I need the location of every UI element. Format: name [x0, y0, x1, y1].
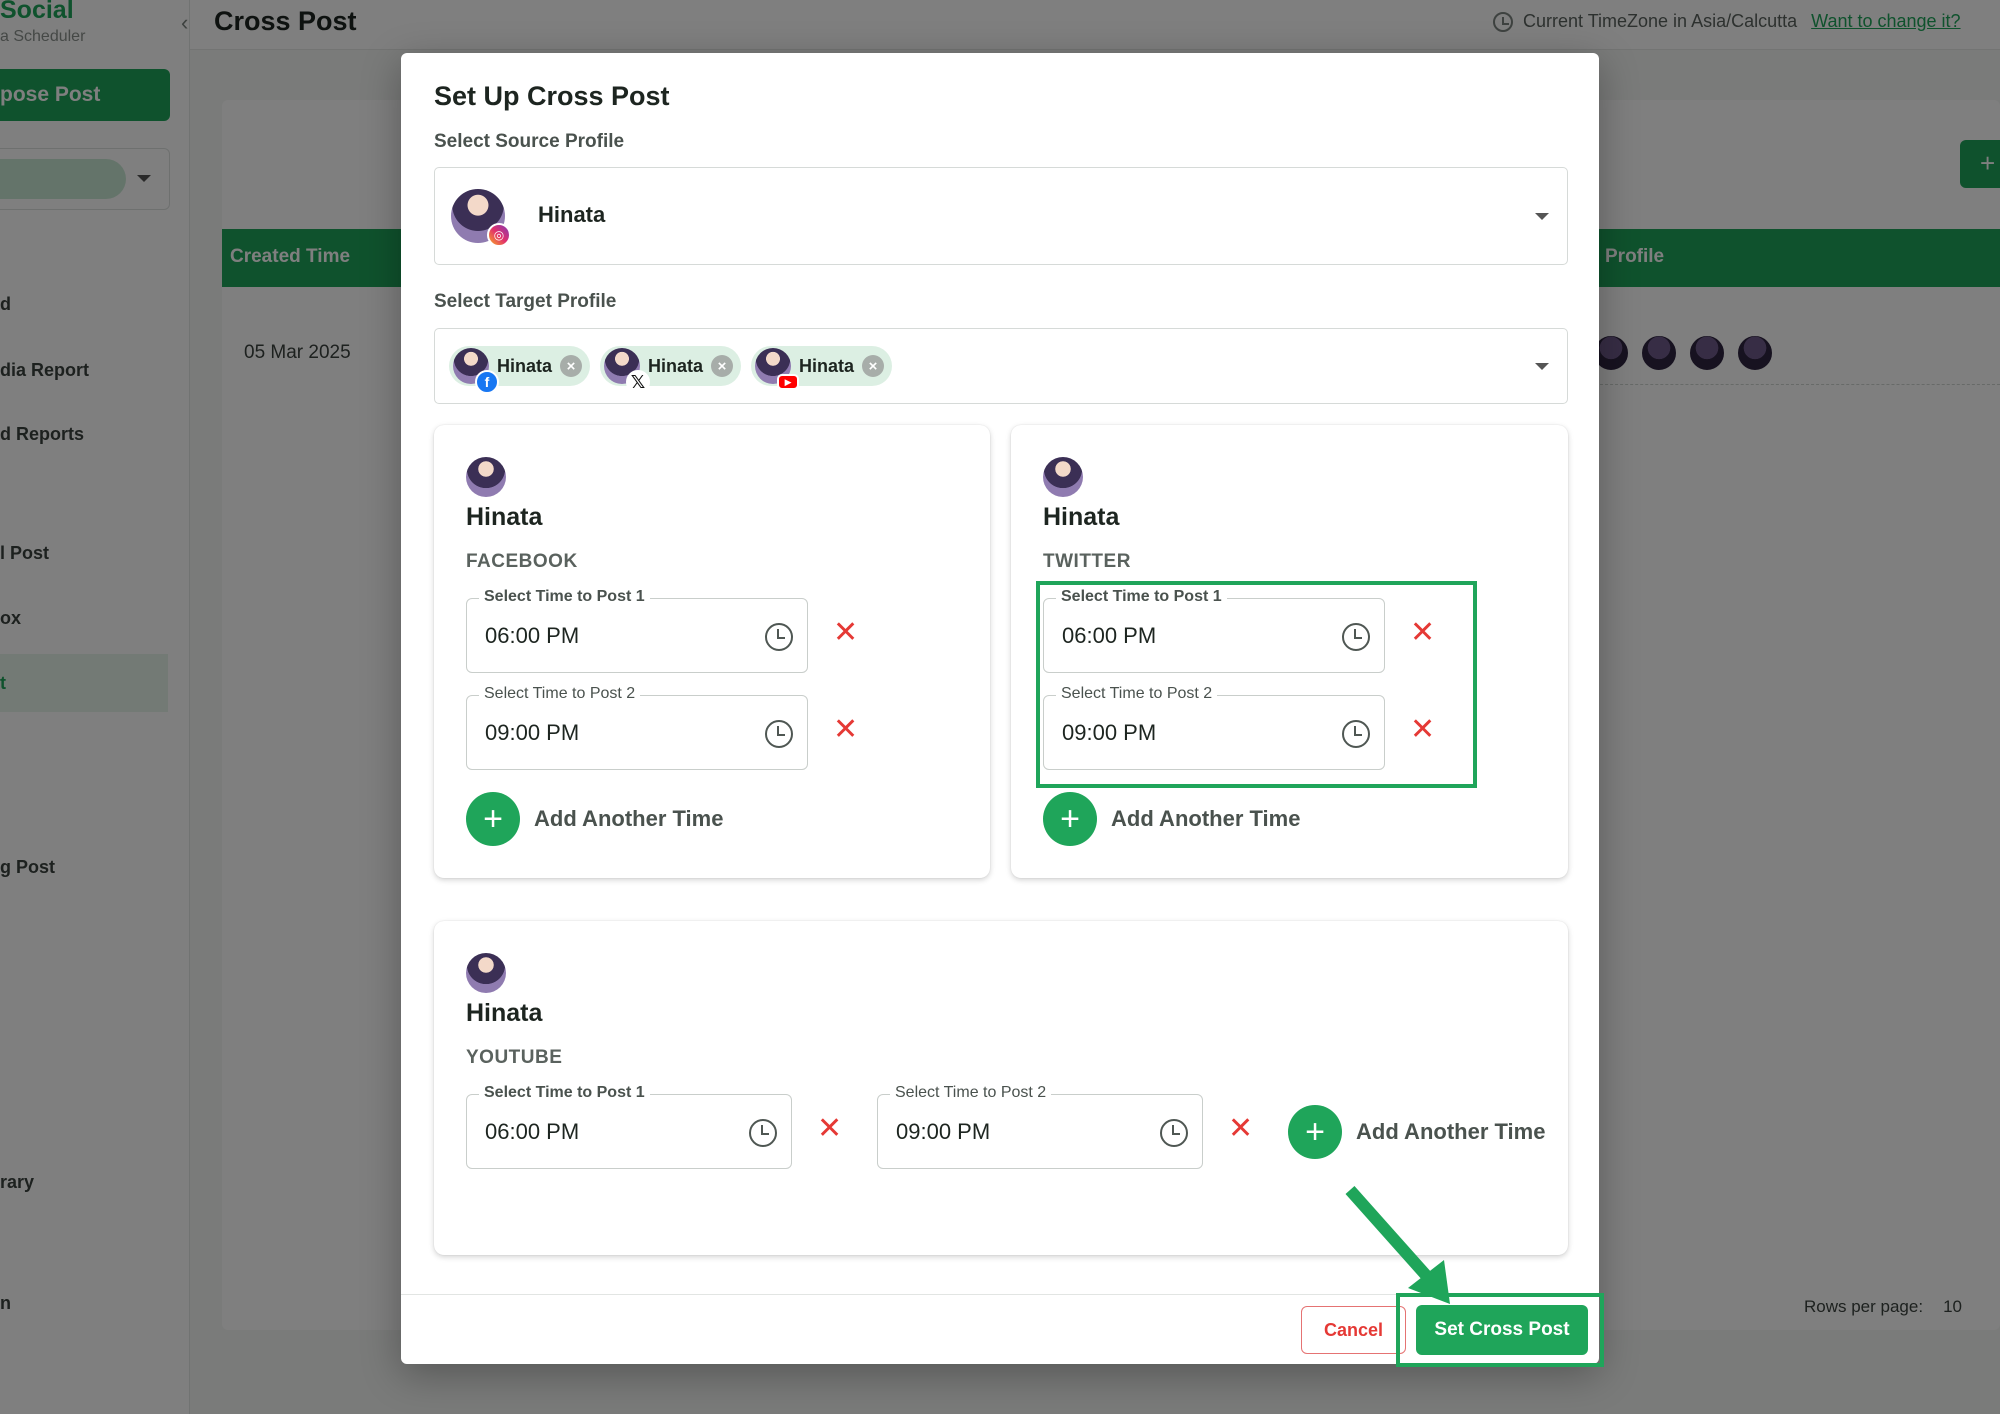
source-profile-label: Select Source Profile: [434, 131, 625, 152]
remove-time-icon[interactable]: ✕: [817, 1114, 842, 1144]
time-field-1[interactable]: Select Time to Post 1 06:00 PM: [466, 588, 808, 673]
time-field-2[interactable]: Select Time to Post 2 09:00 PM: [466, 685, 808, 770]
cross-post-modal: Set Up Cross Post Select Source Profile …: [401, 53, 1604, 1367]
target-chip-facebook: f Hinata ×: [449, 346, 591, 394]
avatar: [1043, 457, 1083, 497]
time-value: 09:00 PM: [896, 1119, 991, 1144]
profile-name: Hinata: [1043, 503, 1120, 531]
facebook-icon: f: [475, 370, 499, 394]
time-field-2[interactable]: Select Time to Post 2 09:00 PM: [877, 1084, 1203, 1169]
avatar: [466, 457, 506, 497]
remove-chip-icon[interactable]: ×: [711, 355, 734, 377]
remove-time-icon[interactable]: ✕: [1228, 1114, 1253, 1144]
remove-time-icon[interactable]: ✕: [833, 715, 858, 745]
target-chip-youtube: ▶ Hinata ×: [751, 346, 893, 390]
chip-label: Hinata: [648, 355, 704, 376]
remove-chip-icon[interactable]: ×: [560, 355, 583, 377]
avatar: 𝕏: [604, 348, 651, 394]
annotation-highlight-box: [1036, 581, 1477, 788]
clock-icon[interactable]: [765, 720, 793, 748]
time-value: 06:00 PM: [485, 1119, 580, 1144]
profile-name: Hinata: [466, 999, 543, 1027]
target-chip-list: f Hinata × 𝕏 Hinata × ▶ Hinata ×: [449, 346, 893, 394]
avatar: [466, 953, 506, 993]
target-profile-select[interactable]: f Hinata × 𝕏 Hinata × ▶ Hinata ×: [434, 328, 1568, 404]
source-profile-name: Hinata: [538, 202, 606, 227]
clock-icon[interactable]: [749, 1119, 777, 1147]
add-another-time-button[interactable]: + Add Another Time: [1288, 1105, 1545, 1159]
remove-time-icon[interactable]: ✕: [833, 618, 858, 648]
add-time-label: Add Another Time: [534, 806, 724, 831]
time-value: 06:00 PM: [485, 623, 580, 648]
profile-card-facebook: Hinata FACEBOOK Select Time to Post 1 06…: [434, 425, 990, 878]
add-time-label: Add Another Time: [1356, 1119, 1546, 1144]
target-profile-label: Select Target Profile: [434, 291, 617, 312]
time-field-label: Select Time to Post 1: [479, 588, 650, 606]
clock-icon[interactable]: [1160, 1119, 1188, 1147]
add-another-time-button[interactable]: + Add Another Time: [1043, 792, 1300, 846]
avatar: ◎: [451, 189, 511, 247]
plus-icon: +: [1288, 1105, 1342, 1159]
annotation-arrow-icon: [1345, 1186, 1450, 1304]
x-twitter-icon: 𝕏: [626, 370, 651, 394]
time-value: 09:00 PM: [485, 720, 580, 745]
instagram-icon: ◎: [487, 223, 511, 247]
clock-icon[interactable]: [765, 623, 793, 651]
remove-chip-icon[interactable]: ×: [862, 355, 885, 377]
chip-label: Hinata: [799, 355, 855, 376]
add-time-label: Add Another Time: [1111, 806, 1301, 831]
platform-label: TWITTER: [1043, 551, 1131, 572]
avatar: f: [453, 348, 499, 394]
platform-label: FACEBOOK: [466, 551, 578, 572]
time-field-1[interactable]: Select Time to Post 1 06:00 PM: [466, 1084, 792, 1169]
time-field-label: Select Time to Post 2: [479, 685, 641, 703]
avatar: ▶: [755, 348, 800, 390]
plus-icon: +: [466, 792, 520, 846]
profile-name: Hinata: [466, 503, 543, 531]
target-chip-twitter: 𝕏 Hinata ×: [600, 346, 742, 394]
modal-title: Set Up Cross Post: [434, 81, 670, 111]
time-field-label: Select Time to Post 1: [479, 1084, 650, 1102]
source-profile-select[interactable]: ◎ Hinata: [434, 167, 1568, 265]
plus-icon: +: [1043, 792, 1097, 846]
time-field-label: Select Time to Post 2: [890, 1084, 1052, 1102]
add-another-time-button[interactable]: + Add Another Time: [466, 792, 723, 846]
platform-label: YOUTUBE: [466, 1047, 563, 1068]
youtube-icon: ▶: [777, 374, 800, 390]
chevron-down-icon: [1535, 363, 1549, 370]
profile-card-twitter: Hinata TWITTER Select Time to Post 1 06:…: [1011, 425, 1568, 878]
chip-label: Hinata: [497, 355, 553, 376]
chevron-down-icon: [1535, 213, 1549, 220]
